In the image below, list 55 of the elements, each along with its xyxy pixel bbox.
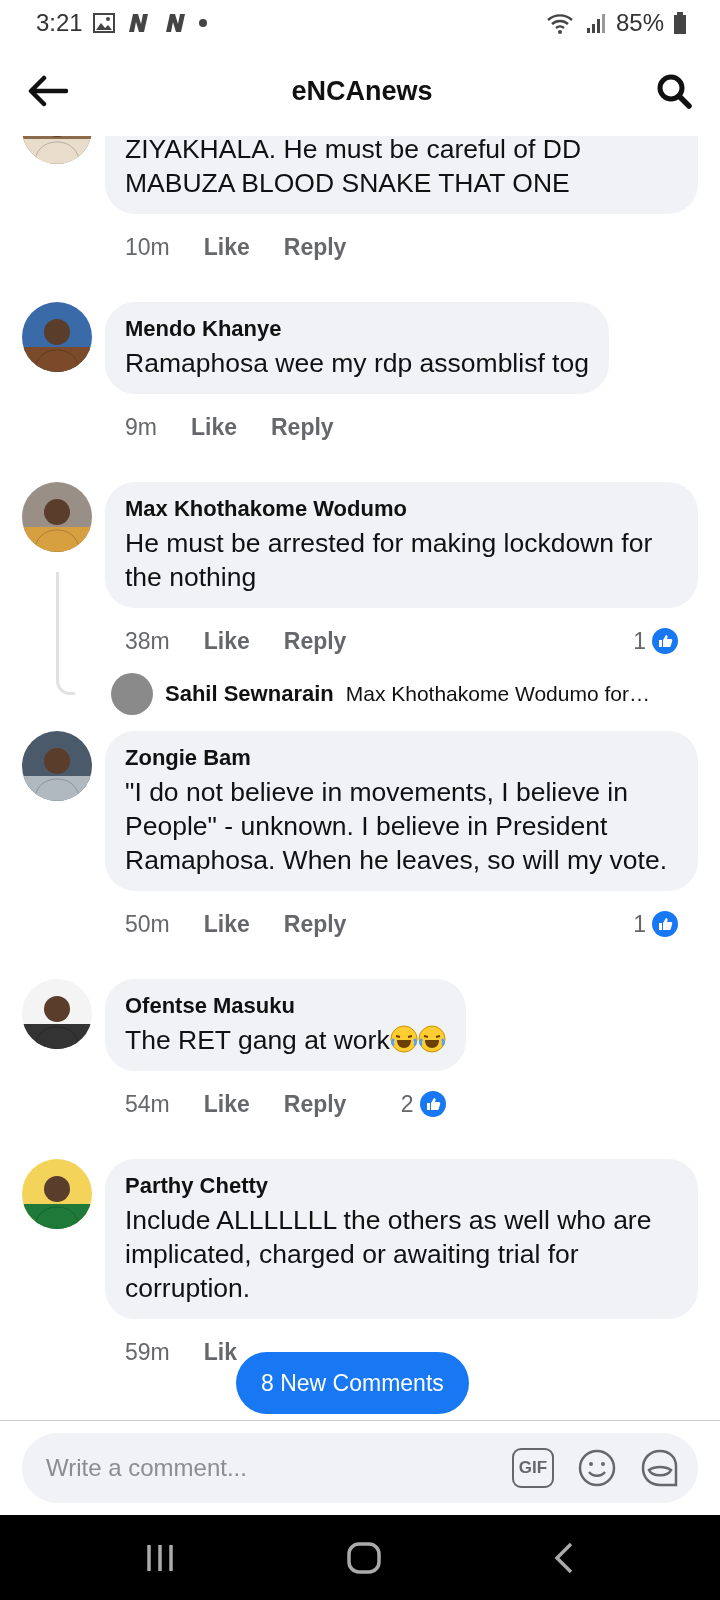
comment-text: Ramaphosa wee my rdp assomblisf tog bbox=[125, 347, 589, 380]
recent-apps-icon[interactable] bbox=[146, 1542, 175, 1573]
reply-link[interactable]: Reply bbox=[271, 413, 334, 441]
comment-text: The RET gang at work bbox=[125, 1023, 446, 1057]
reply-link[interactable]: Reply bbox=[283, 910, 347, 938]
back-icon[interactable] bbox=[553, 1541, 574, 1574]
like-link[interactable]: Like bbox=[203, 233, 250, 261]
new-comments-button[interactable]: 8 New Comments bbox=[236, 1352, 469, 1414]
reaction-count: 2 bbox=[400, 1090, 414, 1118]
comment-text: "I do not believe in movements, I believe in People" - unknown. I believe in President Ramaphosa. When he leaves, so will my vote. bbox=[125, 776, 669, 877]
like-link[interactable]: Like bbox=[203, 627, 250, 655]
home-icon[interactable] bbox=[347, 1541, 381, 1574]
comment-text: ZIYAKHALA. He must be careful of DD MABUZA BLOOD SNAKE THAT ONE bbox=[125, 136, 583, 200]
comment-time: 10m bbox=[125, 233, 170, 261]
reply-author[interactable]: Sahil Sewnarain bbox=[165, 681, 334, 707]
comment-time: 9m bbox=[125, 413, 157, 441]
reaction-count: 1 bbox=[633, 910, 646, 938]
comment-text: Include ALLLLLLL the others as well who are implicated, charged or awaiting trial for corruption. bbox=[125, 1204, 653, 1305]
commenter-name[interactable]: Parthy Chetty bbox=[125, 1173, 678, 1199]
reply-link[interactable]: Reply bbox=[283, 233, 347, 261]
commenter-name[interactable]: Zongie Bam bbox=[125, 745, 678, 771]
like-link[interactable]: Like bbox=[203, 1090, 250, 1118]
commenter-name[interactable]: Mendo Khanye bbox=[125, 316, 589, 342]
laughing-emoji-icon bbox=[389, 1025, 418, 1053]
sticker-icon[interactable] bbox=[640, 1448, 680, 1488]
image-icon bbox=[92, 13, 115, 33]
comment-time: 59m bbox=[125, 1338, 170, 1366]
like-icon bbox=[652, 628, 678, 654]
like-link[interactable]: Like bbox=[190, 413, 237, 441]
like-icon bbox=[652, 911, 678, 937]
like-icon bbox=[419, 1091, 446, 1117]
signal-icon bbox=[585, 12, 606, 34]
battery-icon bbox=[674, 12, 686, 34]
like-link[interactable]: Lik bbox=[203, 1338, 237, 1366]
page-title: eNCAnews bbox=[290, 75, 434, 107]
like-link[interactable]: Like bbox=[203, 910, 250, 938]
laughing-emoji-icon bbox=[417, 1025, 446, 1053]
status-time: 3:21 bbox=[36, 9, 83, 37]
smiley-icon[interactable] bbox=[578, 1449, 616, 1487]
dot-icon bbox=[198, 19, 207, 27]
reply-link[interactable]: Reply bbox=[283, 1090, 347, 1118]
commenter-name[interactable]: Ofentse Masuku bbox=[125, 993, 446, 1019]
reaction-count: 1 bbox=[633, 627, 646, 655]
reply-preview[interactable]: Max Khothakome Wodumo for… bbox=[345, 682, 650, 706]
comment-input[interactable]: Write a comment... GIF bbox=[22, 1433, 698, 1503]
back-arrow-icon[interactable] bbox=[28, 75, 68, 107]
commenter-name[interactable]: Max Khothakome Wodumo bbox=[125, 496, 678, 522]
search-icon[interactable] bbox=[656, 73, 692, 109]
gif-button[interactable]: GIF bbox=[512, 1448, 554, 1488]
comment-time: 50m bbox=[125, 910, 170, 938]
battery-percent: 85% bbox=[615, 9, 664, 37]
reply-link[interactable]: Reply bbox=[283, 627, 347, 655]
comment-time: 54m bbox=[125, 1090, 170, 1118]
comment-text: He must be arrested for making lockdown for the nothing bbox=[125, 527, 654, 594]
comment-time: 38m bbox=[125, 627, 170, 655]
